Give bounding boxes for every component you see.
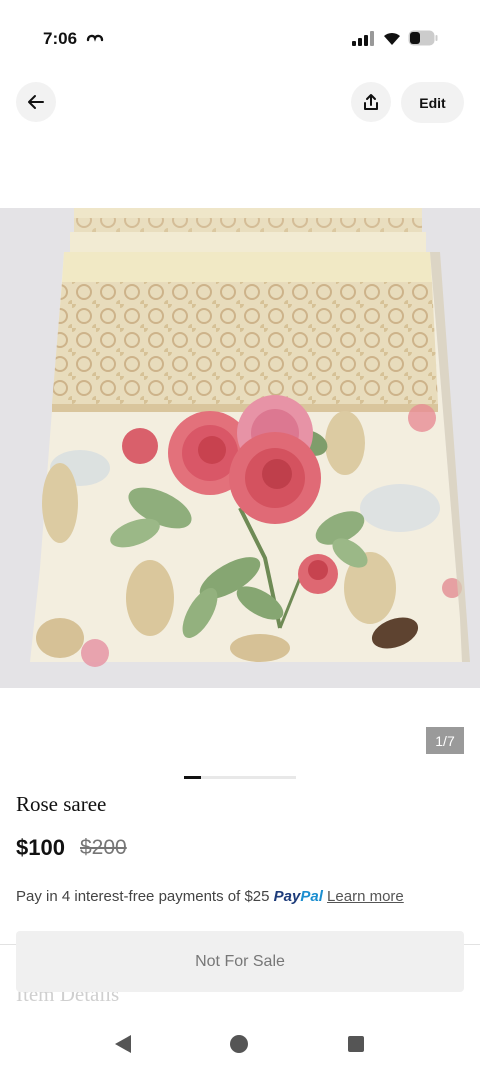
carousel-indicator-active [184, 776, 201, 779]
status-bar: 7:06 [0, 0, 480, 72]
item-title: Rose saree [16, 792, 107, 816]
wifi-icon [384, 32, 400, 45]
share-button[interactable] [351, 82, 391, 122]
photo-counter: 1/7 [426, 727, 464, 754]
back-button[interactable] [16, 82, 56, 122]
android-nav-bar [0, 1015, 480, 1071]
edit-button[interactable]: Edit [401, 82, 464, 123]
status-icons [352, 30, 438, 46]
carousel-indicator [184, 776, 296, 779]
paypal-text: Pay in 4 interest-free payments of $25 [16, 888, 270, 905]
battery-icon [408, 30, 438, 46]
recents-square-icon[interactable] [348, 1036, 364, 1052]
link-icon [86, 34, 104, 42]
saree-photo [0, 208, 480, 688]
back-triangle-icon[interactable] [114, 1034, 132, 1054]
item-price: $100 [16, 835, 65, 860]
item-original-price: $200 [80, 836, 127, 859]
not-for-sale-button[interactable]: Not For Sale [16, 931, 464, 992]
paypal-logo-pay: Pay [273, 888, 301, 905]
paypal-logo: PayPal [274, 888, 323, 905]
home-circle-icon[interactable] [230, 1035, 248, 1053]
arrow-left-icon [28, 95, 44, 109]
product-photo[interactable] [0, 208, 480, 688]
paypal-installments: Pay in 4 interest-free payments of $25 P… [16, 888, 404, 905]
signal-icon [352, 30, 374, 46]
learn-more-link[interactable]: Learn more [327, 888, 404, 905]
paypal-logo-pal: Pal [300, 888, 323, 905]
status-time: 7:06 [43, 29, 78, 48]
share-icon [364, 94, 378, 110]
